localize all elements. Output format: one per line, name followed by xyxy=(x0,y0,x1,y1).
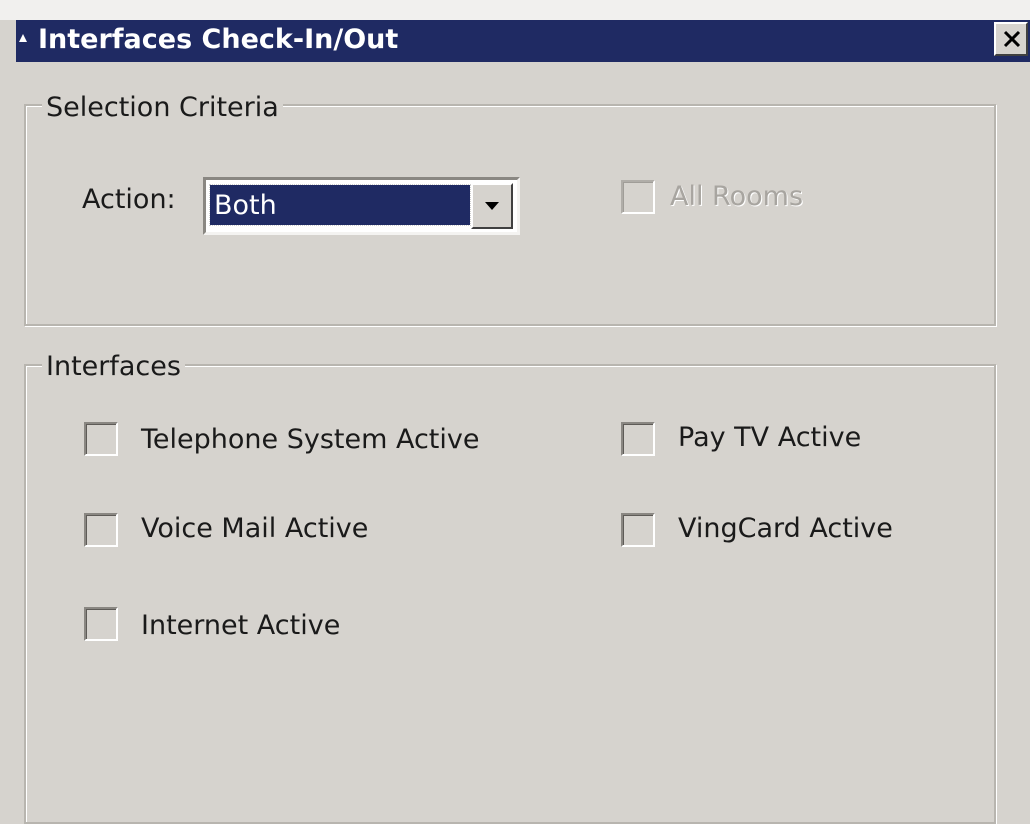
vingcard-checkbox[interactable] xyxy=(621,513,655,547)
chevron-down-icon xyxy=(485,202,499,210)
telephone-system-checkbox[interactable] xyxy=(84,422,118,456)
window-title: Interfaces Check-In/Out xyxy=(38,24,399,55)
action-label: Action: xyxy=(82,184,176,215)
selection-criteria-legend: Selection Criteria xyxy=(42,92,283,124)
desktop-strip xyxy=(0,0,1030,20)
all-rooms-label: All Rooms xyxy=(670,181,804,212)
voice-mail-checkbox[interactable] xyxy=(84,513,118,547)
app-icon xyxy=(18,33,32,47)
title-bar[interactable]: Interfaces Check-In/Out xyxy=(16,20,1030,62)
internet-checkbox[interactable] xyxy=(84,607,118,641)
pay-tv-label: Pay TV Active xyxy=(678,422,862,453)
telephone-system-label: Telephone System Active xyxy=(141,424,480,455)
interfaces-legend: Interfaces xyxy=(42,351,185,383)
pay-tv-checkbox[interactable] xyxy=(621,422,655,456)
close-button[interactable] xyxy=(994,22,1028,56)
close-icon xyxy=(1003,30,1021,48)
vingcard-label: VingCard Active xyxy=(678,513,893,544)
internet-label: Internet Active xyxy=(141,610,341,641)
action-dropdown-button[interactable] xyxy=(471,183,513,229)
action-dropdown-value: Both xyxy=(209,184,471,226)
action-dropdown[interactable]: Both xyxy=(203,177,520,235)
all-rooms-checkbox[interactable] xyxy=(621,180,655,214)
voice-mail-label: Voice Mail Active xyxy=(141,513,369,544)
